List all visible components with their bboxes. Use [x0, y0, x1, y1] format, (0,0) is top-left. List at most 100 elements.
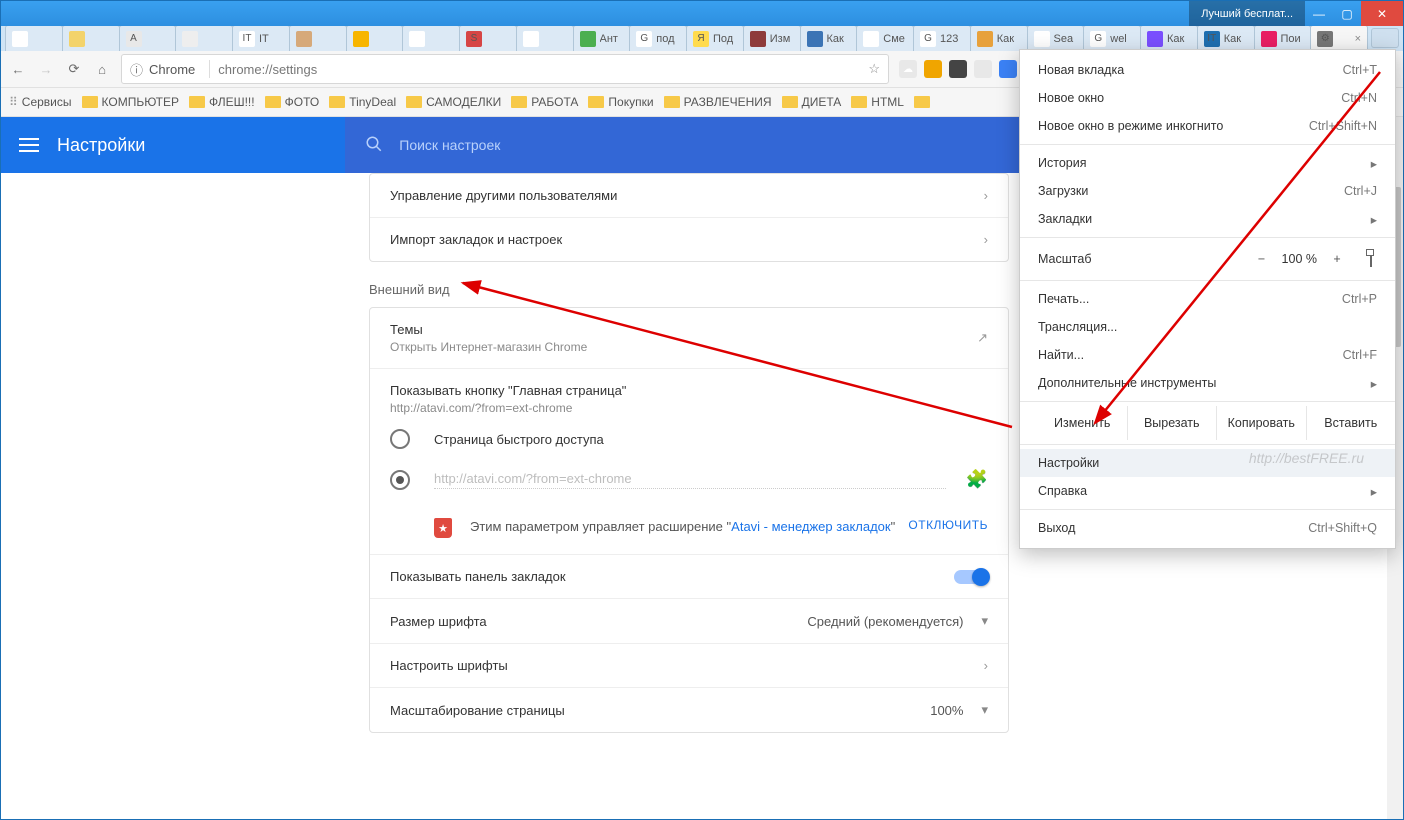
tab-favicon: G: [636, 31, 652, 47]
menu-downloads[interactable]: ЗагрузкиCtrl+J: [1020, 177, 1395, 205]
browser-tab[interactable]: A: [119, 26, 177, 51]
row-font-size[interactable]: Размер шрифта Средний (рекомендуется) ▾: [370, 598, 1008, 643]
zoom-in-button[interactable]: +: [1323, 252, 1351, 266]
browser-tab[interactable]: Как: [1140, 26, 1198, 51]
browser-tab[interactable]: Сме: [856, 26, 914, 51]
chevron-right-icon: ›: [984, 232, 988, 247]
toggle-bookmarks-bar[interactable]: [954, 570, 988, 584]
browser-tab[interactable]: [516, 26, 574, 51]
fullscreen-button[interactable]: [1357, 252, 1385, 266]
browser-tab[interactable]: [346, 26, 404, 51]
menu-bookmarks[interactable]: Закладки▸: [1020, 205, 1395, 233]
row-import[interactable]: Импорт закладок и настроек ›: [370, 217, 1008, 261]
tab-close-icon[interactable]: ×: [1355, 33, 1361, 45]
back-button[interactable]: ←: [9, 62, 27, 77]
extension-icon[interactable]: [924, 60, 942, 78]
bookmark-item[interactable]: HTML: [851, 95, 904, 109]
bookmark-item[interactable]: РАЗВЛЕЧЕНИЯ: [664, 95, 772, 109]
minimize-button[interactable]: —: [1305, 1, 1333, 26]
home-button[interactable]: ⌂: [93, 62, 111, 77]
browser-tab[interactable]: [62, 26, 120, 51]
close-window-button[interactable]: ✕: [1361, 1, 1403, 26]
menu-paste[interactable]: Вставить: [1306, 406, 1396, 440]
menu-new-window[interactable]: Новое окноCtrl+N: [1020, 84, 1395, 112]
row-themes[interactable]: Темы Открыть Интернет-магазин Chrome ↗: [370, 308, 1008, 368]
browser-tab[interactable]: Как: [970, 26, 1028, 51]
extension-icon[interactable]: [974, 60, 992, 78]
browser-tab[interactable]: Пои: [1254, 26, 1312, 51]
browser-tab[interactable]: [289, 26, 347, 51]
row-show-bookmarks-bar[interactable]: Показывать панель закладок: [370, 554, 1008, 598]
tab-favicon: [523, 31, 539, 47]
bookmark-item[interactable]: САМОДЕЛКИ: [406, 95, 501, 109]
settings-search[interactable]: Поиск настроек: [345, 117, 1025, 173]
extension-icon[interactable]: ☁: [899, 60, 917, 78]
shortcut: Ctrl+J: [1344, 184, 1377, 198]
bookmark-item[interactable]: РАБОТА: [511, 95, 578, 109]
forward-button[interactable]: →: [37, 62, 55, 77]
radio-custom-url[interactable]: [390, 470, 410, 490]
bookmark-item[interactable]: ДИЕТА: [782, 95, 842, 109]
browser-tab[interactable]: [402, 26, 460, 51]
omnibox[interactable]: ⓘ Chrome chrome://settings ☆: [121, 54, 889, 84]
new-tab-button[interactable]: [1371, 28, 1399, 48]
bookmark-item[interactable]: ⠿Сервисы: [9, 95, 72, 109]
shortcut: Ctrl+Shift+Q: [1308, 521, 1377, 535]
folder-icon: [851, 96, 867, 108]
browser-tab[interactable]: ЯПод: [686, 26, 744, 51]
menu-copy[interactable]: Копировать: [1216, 406, 1306, 440]
tab-label: Как: [1167, 33, 1191, 45]
browser-tab[interactable]: ITКак: [1197, 26, 1255, 51]
bookmark-item[interactable]: TinyDeal: [329, 95, 396, 109]
reload-button[interactable]: ⟳: [65, 61, 83, 77]
browser-tab[interactable]: G123: [913, 26, 971, 51]
search-icon: [365, 135, 383, 156]
menu-history[interactable]: История▸: [1020, 149, 1395, 177]
menu-exit-label: Выход: [1038, 521, 1075, 535]
themes-sub: Открыть Интернет-магазин Chrome: [390, 340, 977, 354]
menu-cast[interactable]: Трансляция...: [1020, 313, 1395, 341]
radio-url-input[interactable]: http://atavi.com/?from=ext-chrome: [434, 471, 946, 489]
browser-tab[interactable]: S: [459, 26, 517, 51]
menu-more-tools[interactable]: Дополнительные инструменты▸: [1020, 369, 1395, 397]
radio-quick-access[interactable]: [390, 429, 410, 449]
browser-tab[interactable]: [175, 26, 233, 51]
browser-tab[interactable]: Как: [800, 26, 858, 51]
font-size-select[interactable]: Средний (рекомендуется) ▾: [807, 613, 988, 629]
bookmark-item[interactable]: ФОТО: [265, 95, 320, 109]
browser-tab[interactable]: [5, 26, 63, 51]
row-customize-fonts[interactable]: Настроить шрифты ›: [370, 643, 1008, 687]
menu-help[interactable]: Справка▸: [1020, 477, 1395, 505]
menu-incognito[interactable]: Новое окно в режиме инкогнитоCtrl+Shift+…: [1020, 112, 1395, 140]
extension-icon[interactable]: [999, 60, 1017, 78]
bookmark-star-icon[interactable]: ☆: [868, 61, 880, 77]
bookmark-item[interactable]: ФЛЕШ!!!: [189, 95, 255, 109]
page-zoom-select[interactable]: 100% ▾: [930, 702, 988, 718]
browser-tab[interactable]: ITIT: [232, 26, 290, 51]
browser-tab[interactable]: Sea: [1027, 26, 1085, 51]
menu-find[interactable]: Найти...Ctrl+F: [1020, 341, 1395, 369]
browser-tab[interactable]: ⚙×: [1310, 26, 1368, 51]
disable-extension-button[interactable]: ОТКЛЮЧИТЬ: [908, 518, 988, 532]
menu-exit[interactable]: Выход Ctrl+Shift+Q: [1020, 514, 1395, 542]
browser-tab[interactable]: Ант: [573, 26, 631, 51]
browser-tab[interactable]: Изм: [743, 26, 801, 51]
row-manage-users[interactable]: Управление другими пользователями ›: [370, 174, 1008, 217]
ext-notice-link[interactable]: Atavi - менеджер закладок: [731, 519, 890, 534]
bookmark-label: ФОТО: [285, 95, 320, 109]
bookmark-item[interactable]: КОМПЬЮТЕР: [82, 95, 179, 109]
maximize-button[interactable]: ▢: [1333, 1, 1361, 26]
zoom-out-button[interactable]: −: [1248, 252, 1276, 266]
menu-cast-label: Трансляция...: [1038, 320, 1117, 334]
menu-edit-row: Изменить Вырезать Копировать Вставить: [1020, 406, 1395, 440]
extension-icon[interactable]: [949, 60, 967, 78]
row-page-zoom[interactable]: Масштабирование страницы 100% ▾: [370, 687, 1008, 732]
bookmark-item[interactable]: Покупки: [588, 95, 653, 109]
bookmark-item[interactable]: [914, 96, 934, 108]
browser-tab[interactable]: Gпод: [629, 26, 687, 51]
menu-print[interactable]: Печать...Ctrl+P: [1020, 285, 1395, 313]
menu-icon[interactable]: [1, 138, 57, 152]
browser-tab[interactable]: Gwel: [1083, 26, 1141, 51]
menu-cut[interactable]: Вырезать: [1127, 406, 1217, 440]
menu-new-tab[interactable]: Новая вкладкаCtrl+T: [1020, 56, 1395, 84]
